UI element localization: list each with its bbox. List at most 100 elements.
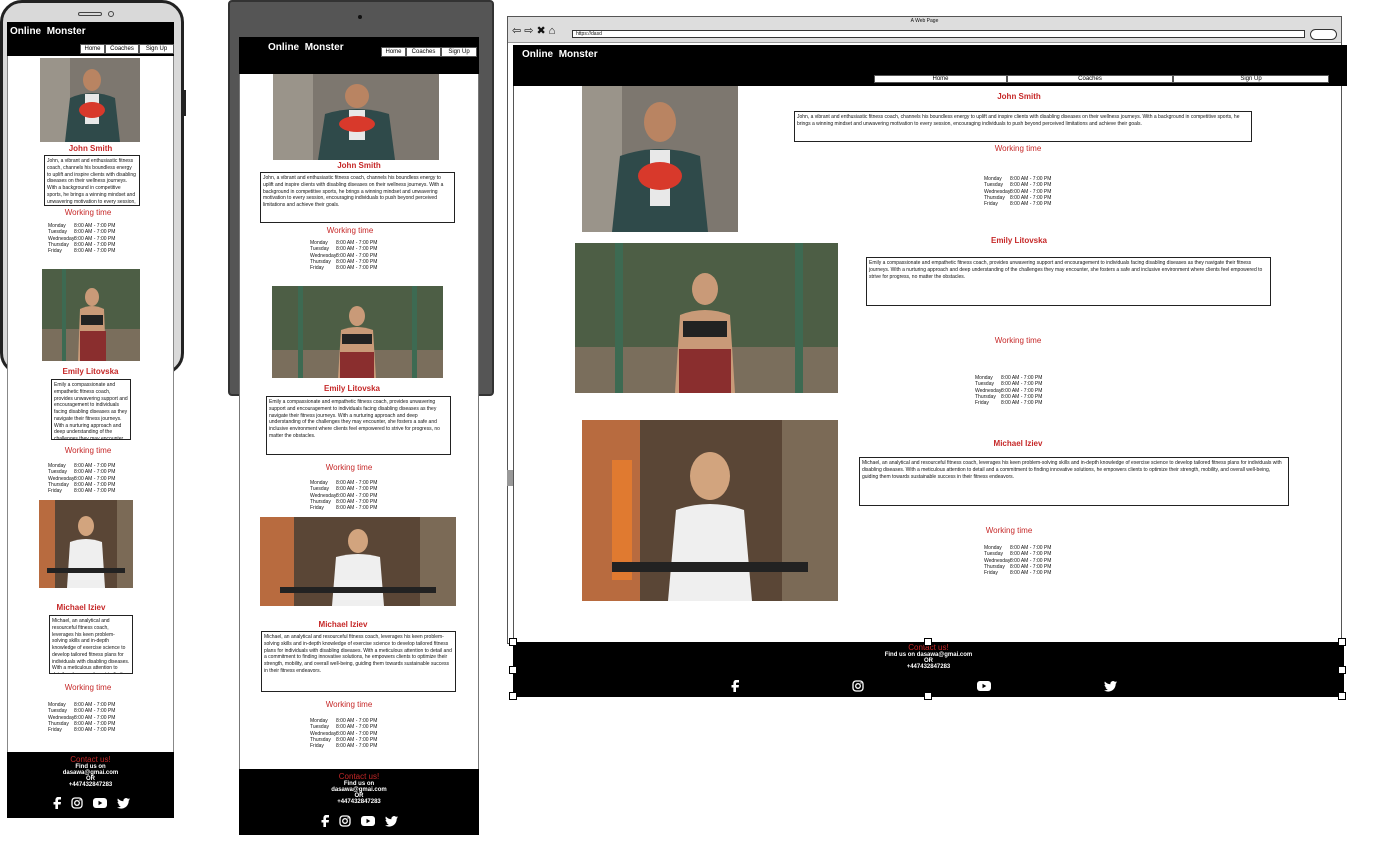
coach-name-john: John Smith: [337, 161, 381, 170]
coach-photo-john: [582, 86, 738, 232]
hours-list-emily: Monday 8:00 AM - 7:00 PM Tuesday 8:00 AM - …: [975, 375, 1042, 406]
footer-phone[interactable]: +447432847283: [7, 782, 174, 788]
youtube-icon[interactable]: [361, 816, 375, 826]
hours-row: Friday 8:00 AM - 7:00 PM: [310, 743, 377, 749]
nav-coaches-button[interactable]: Coaches: [105, 44, 139, 54]
nav-home-button[interactable]: Home: [874, 75, 1007, 83]
close-icon[interactable]: ✖: [536, 24, 545, 38]
coach-bio-emily: Emily a compassionate and empathetic fit…: [266, 396, 451, 455]
twitter-icon[interactable]: [116, 797, 130, 809]
hours-time: 8:00 AM - 7:00 PM: [1010, 201, 1052, 207]
hours-time: 8:00 AM - 7:00 PM: [336, 743, 378, 749]
resize-handle[interactable]: [924, 692, 932, 700]
social-links: [513, 680, 1344, 692]
coach-bio-michael: Michael, an analytical and resourceful f…: [49, 615, 133, 674]
youtube-icon[interactable]: [92, 798, 107, 808]
working-time-label-emily: Working time: [325, 463, 373, 472]
tablet-footer: Contact us! Find us on dasawa@gmai.com O…: [239, 769, 479, 835]
coach-photo-john: [40, 58, 140, 142]
facebook-icon[interactable]: [730, 680, 739, 692]
footer-phone[interactable]: +447432847283: [513, 664, 1344, 670]
hours-day: Friday: [984, 570, 998, 576]
back-arrow-icon[interactable]: ⇦: [512, 24, 521, 38]
brand-logo[interactable]: Online Monster: [522, 49, 598, 60]
facebook-icon[interactable]: [52, 797, 61, 809]
hours-time: 8:00 AM - 7:00 PM: [74, 727, 116, 733]
nav-signup-button[interactable]: Sign Up: [139, 44, 174, 54]
coach-bio-michael: Michael, an analytical and resourceful f…: [261, 631, 456, 692]
hours-row: Friday 8:00 AM - 7:00 PM: [984, 201, 1051, 207]
phone-navbar: Online Monster Home Coaches Sign Up: [7, 22, 174, 56]
browser-title: A Web Page: [910, 18, 939, 24]
hours-time: 8:00 AM - 7:00 PM: [336, 505, 378, 511]
resize-handle[interactable]: [509, 692, 517, 700]
twitter-icon[interactable]: [385, 815, 398, 827]
coach-bio-emily: Emily a compassionate and empathetic fit…: [51, 379, 131, 440]
forward-arrow-icon[interactable]: ⇨: [524, 24, 533, 38]
hours-list-michael: Monday 8:00 AM - 7:00 PM Tuesday 8:00 AM - …: [984, 545, 1051, 576]
search-toggle[interactable]: [1310, 29, 1337, 40]
coach-name-emily: Emily Litovska: [323, 384, 381, 393]
home-icon[interactable]: ⌂: [549, 24, 556, 38]
coach-name-john: John Smith: [997, 92, 1041, 101]
tablet-navbar: Online Monster Home Coaches Sign Up: [239, 37, 479, 74]
hours-list-emily: Monday 8:00 AM - 7:00 PM Tuesday 8:00 AM - …: [310, 480, 377, 511]
working-time-label-john: Working time: [64, 208, 112, 217]
hours-time: 8:00 AM - 7:00 PM: [1010, 570, 1052, 576]
coach-photo-emily: [575, 243, 838, 393]
brand-logo[interactable]: Online Monster: [10, 26, 86, 37]
phone-speaker: [78, 12, 102, 16]
hours-list-emily: Monday 8:00 AM - 7:00 PM Tuesday 8:00 AM - …: [48, 463, 115, 494]
phone-footer: Contact us! Find us on dasawa@gmai.com O…: [7, 752, 174, 818]
phone-button: [183, 90, 186, 116]
twitter-icon[interactable]: [1104, 680, 1118, 692]
hours-time: 8:00 AM - 7:00 PM: [336, 265, 378, 271]
facebook-icon[interactable]: [320, 815, 329, 827]
youtube-icon[interactable]: [977, 681, 992, 691]
social-links: [7, 797, 174, 809]
working-time-label-michael: Working time: [64, 683, 112, 692]
hours-day: Friday: [48, 727, 62, 733]
coach-bio-john: John, a vibrant and enthusiastic fitness…: [794, 111, 1252, 142]
resize-handle[interactable]: [509, 638, 517, 646]
instagram-icon[interactable]: [70, 797, 83, 809]
footer-phone[interactable]: +447432847283: [239, 799, 479, 805]
resize-handle[interactable]: [1338, 638, 1346, 646]
nav-coaches-button[interactable]: Coaches: [406, 47, 441, 57]
contact-heading: Contact us!: [338, 772, 380, 781]
tablet-camera: [358, 15, 362, 19]
hours-day: Friday: [310, 505, 324, 511]
working-time-label-john: Working time: [326, 226, 374, 235]
nav-home-button[interactable]: Home: [80, 44, 105, 54]
hours-day: Friday: [310, 743, 324, 749]
working-time-label-emily: Working time: [994, 336, 1042, 345]
coach-name-michael: Michael Iziev: [993, 439, 1043, 448]
hours-list-john: Monday 8:00 AM - 7:00 PM Tuesday 8:00 AM - …: [310, 240, 377, 271]
nav-signup-button[interactable]: Sign Up: [441, 47, 477, 57]
instagram-icon[interactable]: [339, 815, 351, 827]
nav-coaches-button[interactable]: Coaches: [1007, 75, 1173, 83]
resize-handle[interactable]: [1338, 666, 1346, 674]
resize-handle[interactable]: [924, 638, 932, 646]
hours-time: 8:00 AM - 7:00 PM: [1001, 400, 1043, 406]
nav-home-button[interactable]: Home: [381, 47, 406, 57]
nav-signup-button[interactable]: Sign Up: [1173, 75, 1329, 83]
brand-logo[interactable]: Online Monster: [268, 42, 344, 53]
desktop-navbar: Online Monster Home Coaches Sign Up: [513, 45, 1347, 86]
coach-bio-john: John, a vibrant and enthusiastic fitness…: [260, 172, 455, 223]
resize-handle[interactable]: [509, 666, 517, 674]
coach-name-emily: Emily Litovska: [990, 236, 1048, 245]
hours-list-john: Monday 8:00 AM - 7:00 PM Tuesday 8:00 AM - …: [48, 223, 115, 254]
working-time-label-michael: Working time: [325, 700, 373, 709]
coach-name-emily: Emily Litovska: [62, 367, 119, 376]
url-field[interactable]: https://dasd: [572, 30, 1305, 38]
coach-photo-john: [273, 74, 439, 160]
resize-handle[interactable]: [1338, 692, 1346, 700]
coach-photo-emily: [42, 269, 140, 361]
instagram-icon[interactable]: [852, 680, 864, 692]
coach-photo-emily: [272, 286, 443, 378]
content-border-left: [513, 86, 514, 642]
coach-bio-john: John, a vibrant and enthusiastic fitness…: [44, 155, 140, 206]
working-time-label-michael: Working time: [985, 526, 1033, 535]
coach-bio-emily: Emily a compassionate and empathetic fit…: [866, 257, 1271, 306]
